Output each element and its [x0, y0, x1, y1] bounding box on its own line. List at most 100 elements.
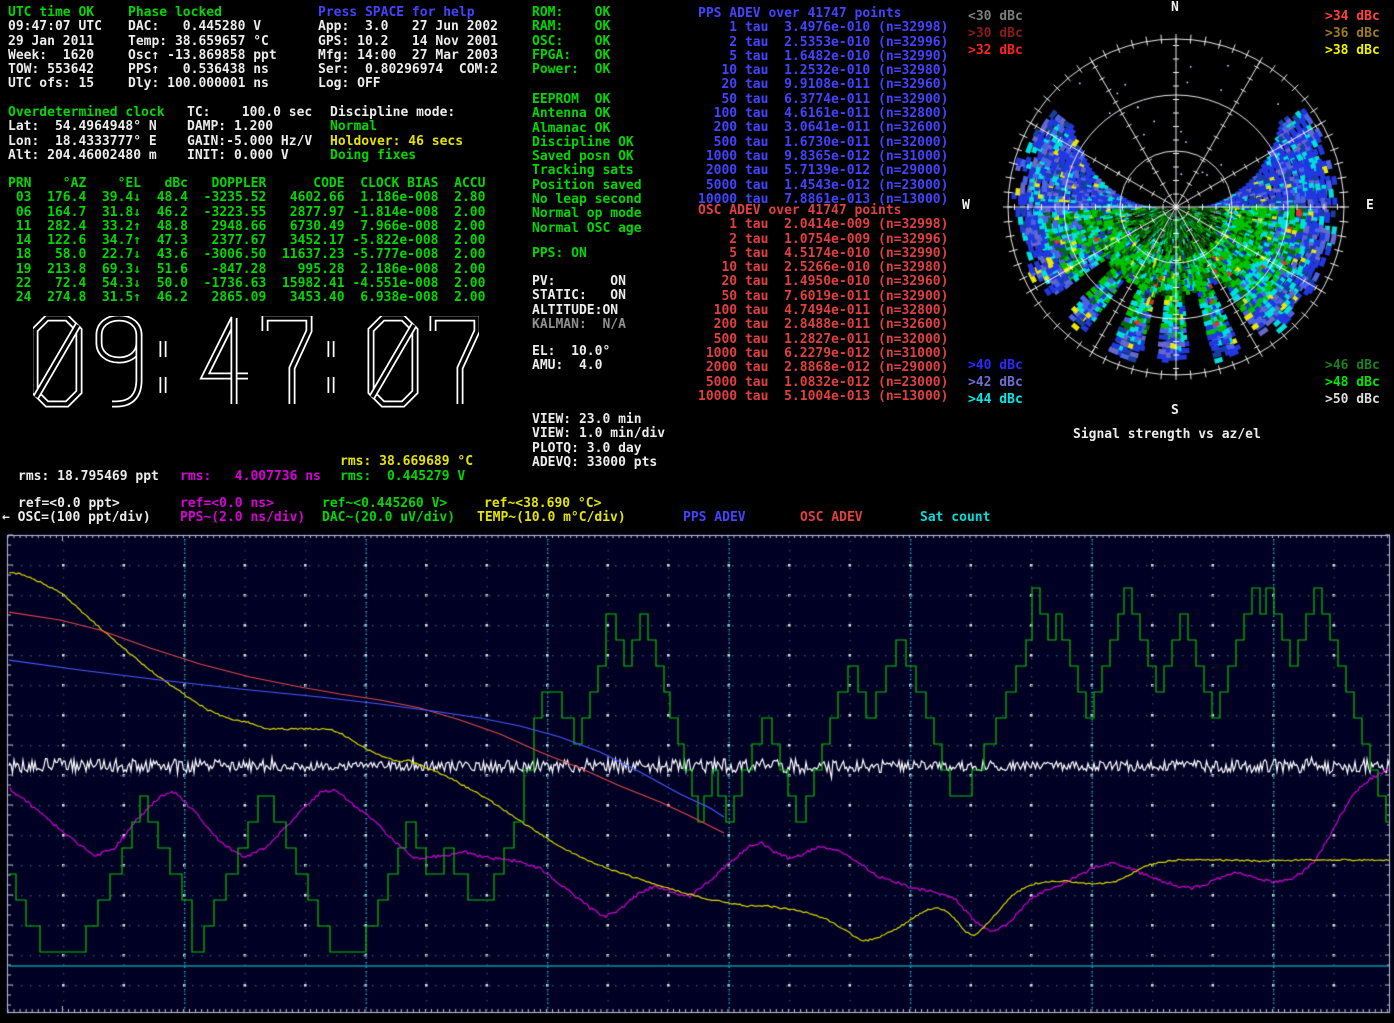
gps-health-line: Normal OSC age: [532, 222, 642, 236]
satellite-row: 03 176.4 39.4↓ 48.4 -3235.52 4602.66 1.1…: [8, 191, 485, 205]
gps-health-line: Tracking sats: [532, 164, 642, 178]
history-plot-area[interactable]: [0, 533, 1394, 1023]
dbc-legend-top-right: >34 dBc>36 dBc>38 dBc: [1325, 8, 1380, 59]
pps-state: PPS: ON: [532, 247, 587, 261]
selftest-line: ROM: OK: [532, 6, 610, 20]
osc-adev-row: 10 tau 2.5266e-010 (n=32980): [698, 261, 948, 275]
dbc-legend-entry: >42 dBc: [968, 374, 1023, 391]
gps-health-line: No leap second: [532, 193, 642, 207]
phase-lock-line: Dly: 100.000001 ns: [128, 77, 277, 91]
gps-health-line: Normal op mode: [532, 207, 642, 221]
fix-mode-line: STATIC: ON: [532, 289, 626, 303]
panel-phase-lock: Phase locked DAC: 0.445280 VTemp: 38.659…: [128, 6, 277, 92]
dbc-legend-entry: >34 dBc: [1325, 8, 1380, 25]
gps-health-line: Discipline OK: [532, 136, 642, 150]
rms-dac: rms: 0.445279 V: [340, 470, 465, 484]
discipline-mode-state: Normal: [330, 120, 463, 134]
dbc-legend-entry: >44 dBc: [968, 391, 1023, 408]
osc-adev-row: 10000 tau 5.1004e-013 (n=13000): [698, 390, 948, 404]
loop-param-line: TC: 100.0 sec: [187, 106, 312, 120]
satellite-table: PRN °AZ °EL dBc DOPPLER CODE CLOCK BIAS …: [8, 177, 485, 306]
phase-lock-line: Osc↑ -13.869858 ppt: [128, 49, 277, 63]
kalman-state: KALMAN: N/A: [532, 318, 626, 332]
rms-osc: rms: 18.795469 ppt: [18, 470, 159, 484]
gps-health-line: Saved posn OK: [532, 150, 642, 164]
utc-status-line: TOW: 553642: [8, 63, 102, 77]
dbc-legend-entry: >46 dBc: [1325, 357, 1380, 374]
dbc-legend-entry: >48 dBc: [1325, 374, 1380, 391]
dbc-legend-entry: >32 dBc: [968, 42, 1023, 59]
mask-line: EL: 10.0°: [532, 345, 610, 359]
pps-adev-row: 100 tau 4.6161e-011 (n=32800): [698, 107, 948, 121]
dbc-legend-entry: >30 dBc: [968, 25, 1023, 42]
phase-lock-line: Temp: 38.659657 °C: [128, 35, 277, 49]
osc-adev-row: 5000 tau 1.0832e-012 (n=23000): [698, 376, 948, 390]
pps-adev-row: 5000 tau 1.4543e-012 (n=23000): [698, 179, 948, 193]
panel-position: Overdetermined clock Lat: 54.4964948° NL…: [8, 106, 165, 163]
plot-legend-pps-adev: PPS ADEV: [683, 511, 746, 525]
version-line: Mfg: 14:00 27 Mar 2003: [318, 49, 498, 63]
adev-pps-title: PPS ADEV over 41747 points: [698, 7, 948, 21]
panel-receiver-selftest: ROM: OKRAM: OKOSC: OKFPGA: OKPower: OK: [532, 6, 610, 77]
selftest-line: Power: OK: [532, 63, 610, 77]
rms-temp: rms: 38.669689 °C: [340, 455, 473, 469]
view-setting-line: VIEW: 23.0 min: [532, 413, 665, 427]
utc-status-line: 09:47:07 UTC: [8, 20, 102, 34]
gps-health-line: Almanac OK: [532, 122, 642, 136]
pps-adev-row: 1000 tau 9.8365e-012 (n=31000): [698, 150, 948, 164]
fix-mode-line: ALTITUDE:ON: [532, 304, 626, 318]
pps-adev-row: 2 tau 2.5353e-010 (n=32996): [698, 36, 948, 50]
satellite-table-header: PRN °AZ °EL dBc DOPPLER CODE CLOCK BIAS …: [8, 177, 485, 191]
dbc-legend-bottom-right: >46 dBc>48 dBc>50 dBc: [1325, 357, 1380, 408]
selftest-line: RAM: OK: [532, 20, 610, 34]
polar-caption: Signal strength vs az/el: [1073, 428, 1261, 442]
osc-adev-row: 2 tau 1.0754e-009 (n=32996): [698, 233, 948, 247]
gps-health-line: EEPROM OK: [532, 93, 642, 107]
plot-legend-sat-count: Sat count: [920, 511, 990, 525]
plot-scale-pps: PPS~(2.0 ns/div): [180, 511, 305, 525]
plot-scale-osc: ← OSC=(100 ppt/div): [2, 511, 151, 525]
satellite-row: 06 164.7 31.8↓ 46.2 -3223.55 2877.97 -1.…: [8, 206, 485, 220]
pps-adev-row: 20 tau 9.9108e-011 (n=32960): [698, 78, 948, 92]
satellite-row: 19 213.8 69.3↓ 51.6 -847.28 995.28 2.186…: [8, 263, 485, 277]
position-line: Alt: 204.46002480 m: [8, 149, 165, 163]
panel-fix-modes: PV: ONSTATIC: ONALTITUDE:ON KALMAN: N/A: [532, 275, 626, 332]
dbc-legend-entry: <30 dBc: [968, 8, 1023, 25]
panel-gps-health: EEPROM OKAntenna OKAlmanac OKDiscipline …: [532, 93, 642, 236]
phase-lock-line: PPS↑ 0.536438 ns: [128, 63, 277, 77]
satellite-row: 18 58.0 22.7↓ 43.6 -3006.50 11637.23 -5.…: [8, 248, 485, 262]
pps-adev-row: 50 tau 6.3774e-011 (n=32900): [698, 93, 948, 107]
view-setting-line: ADEVQ: 33000 pts: [532, 456, 665, 470]
selftest-line: FPGA: OK: [532, 49, 610, 63]
lady-heather-screen: UTC time OK 09:47:07 UTC29 Jan 2011Week:…: [0, 0, 1394, 1023]
version-line: Ser: 0.80296974 COM:2: [318, 63, 498, 77]
osc-adev-row: 1000 tau 6.2279e-012 (n=31000): [698, 347, 948, 361]
satellite-row: 22 72.4 54.3↓ 50.0 -1736.63 15982.41 -4.…: [8, 277, 485, 291]
panel-version-info: Press SPACE for help App: 3.0 27 Jun 200…: [318, 6, 498, 92]
adev-pps-table: PPS ADEV over 41747 points 1 tau 3.4976e…: [698, 7, 948, 207]
compass-north: N: [1171, 0, 1179, 15]
panel-utc-status: UTC time OK 09:47:07 UTC29 Jan 2011Week:…: [8, 6, 102, 92]
version-line: Log: OFF: [318, 77, 498, 91]
position-line: Lon: 18.4333777° E: [8, 135, 165, 149]
big-digital-clock: [33, 316, 479, 408]
loop-param-line: DAMP: 1.200: [187, 120, 312, 134]
satellite-row: 11 282.4 33.2↑ 48.8 2948.66 6730.49 7.96…: [8, 220, 485, 234]
mask-line: AMU: 4.0: [532, 359, 610, 373]
pps-adev-row: 10 tau 1.2532e-010 (n=32980): [698, 64, 948, 78]
osc-adev-row: 5 tau 4.5174e-010 (n=32990): [698, 247, 948, 261]
osc-adev-row: 100 tau 4.7494e-011 (n=32800): [698, 304, 948, 318]
panel-mask: EL: 10.0°AMU: 4.0: [532, 345, 610, 374]
osc-adev-row: 200 tau 2.8488e-011 (n=32600): [698, 318, 948, 332]
panel-loop-params: TC: 100.0 secDAMP: 1.200GAIN:-5.000 Hz/V…: [187, 106, 312, 163]
dbc-legend-top-left: <30 dBc>30 dBc>32 dBc: [968, 8, 1023, 59]
panel-discipline-mode: Discipline mode: NormalHoldover: 46 secs…: [330, 106, 463, 163]
view-setting-line: VIEW: 1.0 min/div: [532, 427, 665, 441]
satellite-row: 24 274.8 31.5↑ 46.2 2865.09 3453.40 6.93…: [8, 291, 485, 305]
loop-param-line: GAIN:-5.000 Hz/V: [187, 135, 312, 149]
dbc-legend-entry: >38 dBc: [1325, 42, 1380, 59]
adev-osc-table: OSC ADEV over 41747 points 1 tau 2.0414e…: [698, 204, 948, 404]
rms-pps: rms: 4.007736 ns: [180, 470, 321, 484]
compass-south: S: [1171, 403, 1179, 418]
osc-adev-row: 2000 tau 2.8868e-012 (n=29000): [698, 361, 948, 375]
